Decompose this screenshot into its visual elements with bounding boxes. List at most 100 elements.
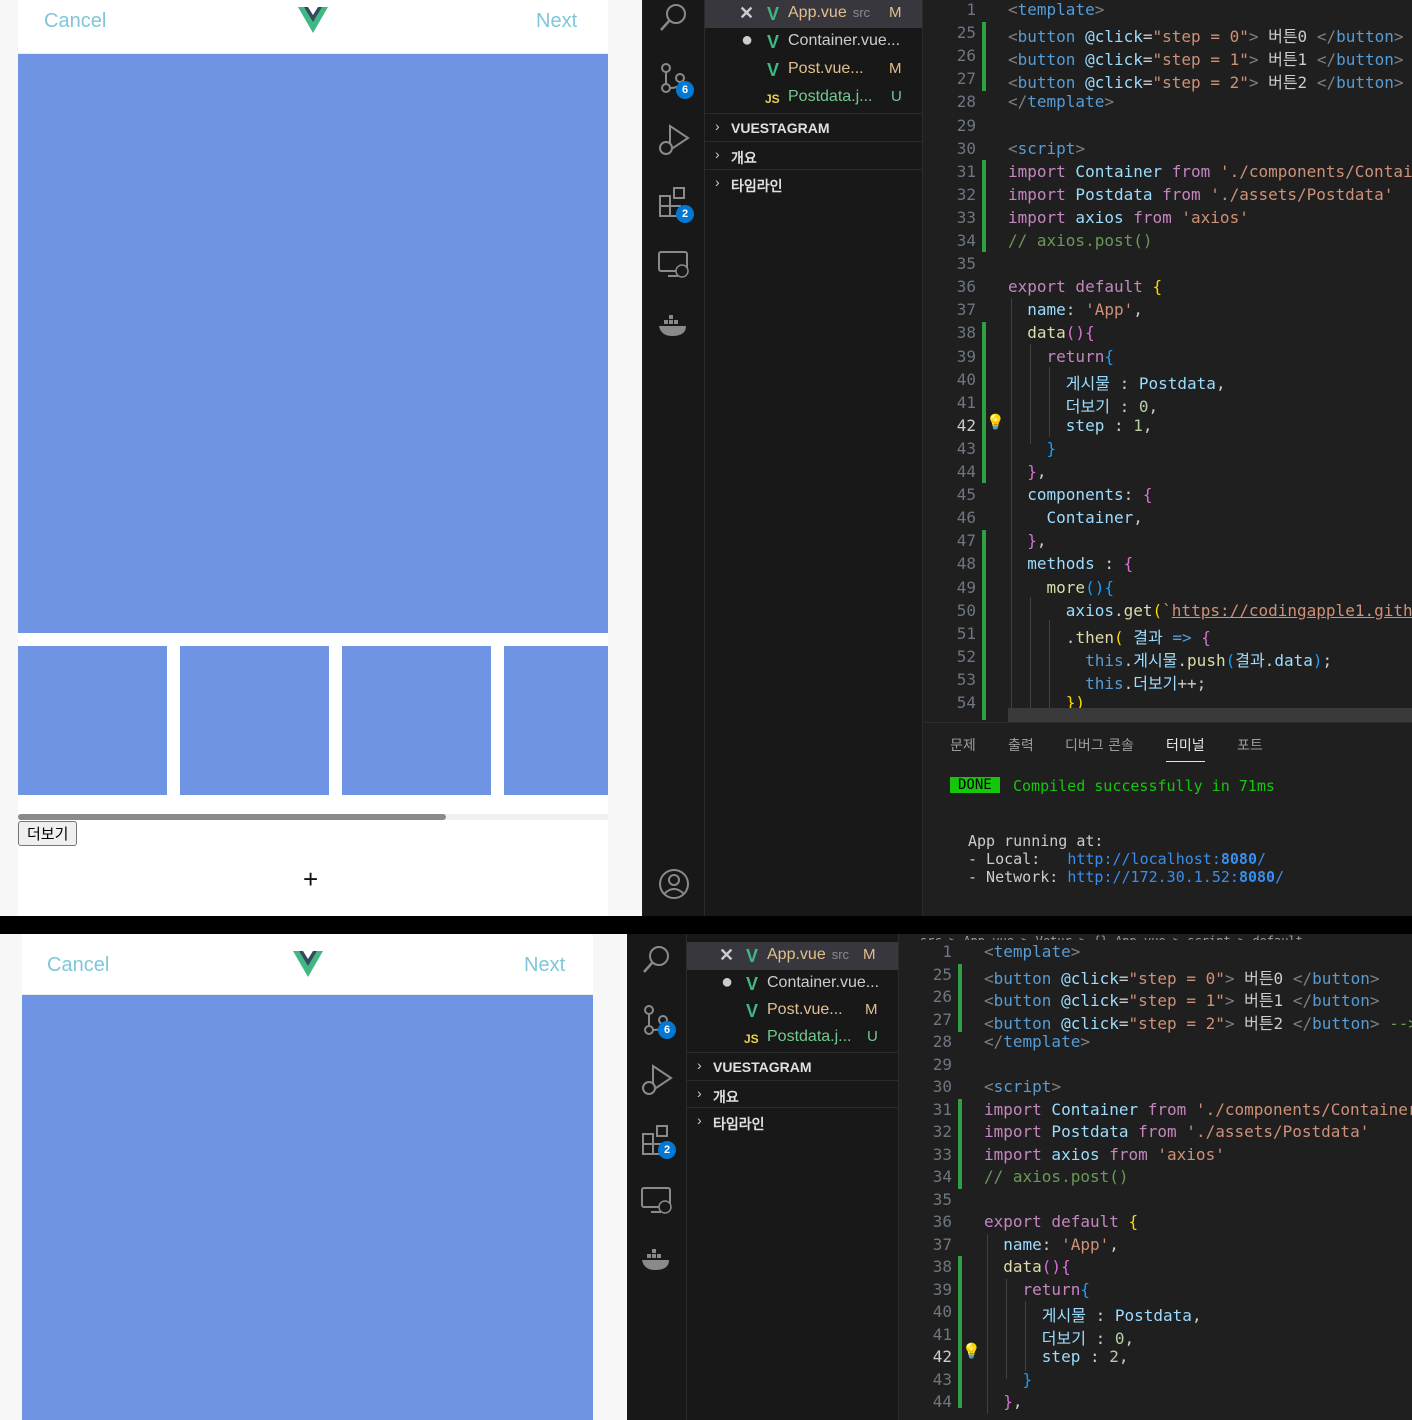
lightbulb-icon[interactable]: 💡 — [962, 1342, 981, 1360]
lightbulb-icon[interactable]: 💡 — [986, 413, 1005, 431]
code-line[interactable]: 35 — [900, 1190, 1412, 1213]
code-line[interactable]: 35 — [924, 254, 1412, 277]
code-editor[interactable]: src > App.vue > Vetur > {} App.vue > scr… — [900, 934, 1412, 1420]
tab-debug-console[interactable]: 디버그 콘솔 — [1065, 735, 1134, 755]
code-line[interactable]: 25 <button @click="step = 0"> 버튼0 </butto… — [924, 23, 1412, 46]
filter-item[interactable] — [504, 646, 608, 795]
code-line[interactable]: 32 import Postdata from './assets/Postdat… — [900, 1122, 1412, 1145]
tab-terminal[interactable]: 터미널 — [1166, 735, 1205, 762]
open-editor-container-vue[interactable]: ● V Container.vue... — [687, 970, 898, 998]
code-line[interactable]: 32 import Postdata from './assets/Postdat… — [924, 185, 1412, 208]
run-debug-icon[interactable] — [656, 122, 692, 158]
code-line[interactable]: 36 export default { — [900, 1212, 1412, 1235]
network-url-link[interactable]: http://172.30.1.52:8080/ — [1067, 868, 1284, 886]
code-line[interactable]: 34 // axios.post() — [900, 1167, 1412, 1190]
upload-plus-button[interactable]: + — [303, 864, 318, 895]
code-line[interactable]: 43 } — [924, 439, 1412, 462]
code-line[interactable]: 1 <template> — [900, 942, 1412, 965]
run-debug-icon[interactable] — [639, 1062, 675, 1098]
horizontal-scrollbar[interactable] — [1008, 708, 1412, 722]
section-vuestagram[interactable]: › VUESTAGRAM — [705, 113, 922, 141]
cancel-button[interactable]: Cancel — [44, 10, 106, 33]
code-line[interactable]: 34 // axios.post() — [924, 231, 1412, 254]
local-url-link[interactable]: http://localhost:8080/ — [1067, 850, 1266, 868]
code-line[interactable]: 26 <button @click="step = 1"> 버튼1 </butto… — [924, 46, 1412, 69]
open-editor-post-vue[interactable]: V Post.vue... M — [687, 997, 898, 1025]
code-line[interactable]: 27 <button @click="step = 2"> 버튼2 </butto… — [924, 69, 1412, 92]
code-line[interactable]: 26 <button @click="step = 1"> 버튼1 </butto… — [900, 987, 1412, 1010]
code-line[interactable]: 44 }, — [924, 462, 1412, 485]
remote-explorer-icon[interactable] — [639, 1182, 675, 1218]
code-line[interactable]: 38 data(){ — [900, 1257, 1412, 1280]
filter-list[interactable] — [18, 646, 608, 795]
close-icon[interactable]: ✕ — [719, 945, 734, 966]
code-line[interactable]: 31 import Container from './components/Co… — [900, 1100, 1412, 1123]
code-line[interactable]: 28 </template> — [900, 1032, 1412, 1055]
code-line[interactable]: 45 components: { — [924, 485, 1412, 508]
open-editor-container-vue[interactable]: ● V Container.vue... — [705, 28, 922, 56]
docker-icon[interactable] — [639, 1242, 675, 1278]
open-editor-post-vue[interactable]: V Post.vue... M — [705, 56, 922, 84]
code-line[interactable]: 28 </template> — [924, 92, 1412, 115]
breadcrumb[interactable]: src > App.vue > Vetur > {} App.vue > scr… — [920, 934, 1412, 940]
docker-icon[interactable] — [656, 308, 692, 344]
section-timeline[interactable]: › 타임라인 — [687, 1107, 898, 1135]
section-vuestagram[interactable]: › VUESTAGRAM — [687, 1052, 898, 1080]
code-line[interactable]: 33 import axios from 'axios' — [900, 1145, 1412, 1168]
code-editor[interactable]: 1 <template> 25 <button @click="step = 0"> … — [924, 0, 1412, 916]
tab-ports[interactable]: 포트 — [1237, 735, 1263, 755]
next-button[interactable]: Next — [536, 10, 577, 33]
cancel-button[interactable]: Cancel — [47, 954, 109, 977]
code-line[interactable]: 36 export default { — [924, 277, 1412, 300]
remote-explorer-icon[interactable] — [656, 246, 692, 282]
code-line[interactable]: 53 this.더보기++; — [924, 670, 1412, 693]
more-button[interactable]: 더보기 — [18, 821, 78, 846]
scrollbar-thumb[interactable] — [18, 814, 446, 820]
filter-scrollbar[interactable] — [18, 814, 608, 820]
tab-problems[interactable]: 문제 — [950, 735, 976, 755]
code-line[interactable]: 29 — [924, 116, 1412, 139]
code-line[interactable]: 30 <script> — [924, 139, 1412, 162]
code-line[interactable]: 27 <button @click="step = 2"> 버튼2 </butto… — [900, 1010, 1412, 1033]
code-line[interactable]: 44 }, — [900, 1392, 1412, 1415]
code-text: .then( 결과 => { — [1008, 624, 1211, 648]
search-icon[interactable] — [639, 942, 675, 978]
code-token: // axios.post() — [984, 1167, 1129, 1186]
code-line[interactable]: 48 methods : { — [924, 554, 1412, 577]
code-line[interactable]: 43 } — [900, 1370, 1412, 1393]
code-line[interactable]: 30 <script> — [900, 1077, 1412, 1100]
code-line[interactable]: 50 axios.get(`https://codingapple1.githu — [924, 601, 1412, 624]
code-line[interactable]: 38 data(){ — [924, 323, 1412, 346]
filter-item[interactable] — [342, 646, 491, 795]
code-line[interactable]: 49 more(){ — [924, 578, 1412, 601]
code-line[interactable]: 46 Container, — [924, 508, 1412, 531]
code-line[interactable]: 40 게시물 : Postdata, — [924, 370, 1412, 393]
code-line[interactable]: 52 this.게시물.push(결과.data); — [924, 647, 1412, 670]
code-line[interactable]: 47 }, — [924, 531, 1412, 554]
filter-item[interactable] — [18, 646, 167, 795]
code-line[interactable]: 25 <button @click="step = 0"> 버튼0 </butto… — [900, 965, 1412, 988]
section-timeline[interactable]: › 타임라인 — [705, 169, 922, 197]
code-line[interactable]: 37 name: 'App', — [900, 1235, 1412, 1258]
code-line[interactable]: 31 import Container from './components/Co… — [924, 162, 1412, 185]
code-line[interactable]: 29 — [900, 1055, 1412, 1078]
open-editor-postdata-js[interactable]: JS Postdata.j... U — [687, 1024, 898, 1052]
code-line[interactable]: 39 return{ — [924, 347, 1412, 370]
code-line[interactable]: 33 import axios from 'axios' — [924, 208, 1412, 231]
open-editor-postdata-js[interactable]: JS Postdata.j... U — [705, 84, 922, 112]
section-outline[interactable]: › 개요 — [705, 141, 922, 169]
code-line[interactable]: 51 .then( 결과 => { — [924, 624, 1412, 647]
code-line[interactable]: 37 name: 'App', — [924, 300, 1412, 323]
code-line[interactable]: 1 <template> — [924, 0, 1412, 23]
close-icon[interactable]: ✕ — [739, 3, 754, 24]
code-line[interactable]: 40 게시물 : Postdata, — [900, 1302, 1412, 1325]
tab-output[interactable]: 출력 — [1008, 735, 1034, 755]
open-editor-app-vue[interactable]: ✕ V App.vue src M — [687, 942, 898, 970]
section-outline[interactable]: › 개요 — [687, 1080, 898, 1108]
next-button[interactable]: Next — [524, 954, 565, 977]
search-icon[interactable] — [656, 0, 692, 36]
account-icon[interactable] — [656, 866, 692, 902]
filter-item[interactable] — [180, 646, 329, 795]
open-editor-app-vue[interactable]: ✕ V App.vue src M — [705, 0, 922, 28]
code-line[interactable]: 39 return{ — [900, 1280, 1412, 1303]
